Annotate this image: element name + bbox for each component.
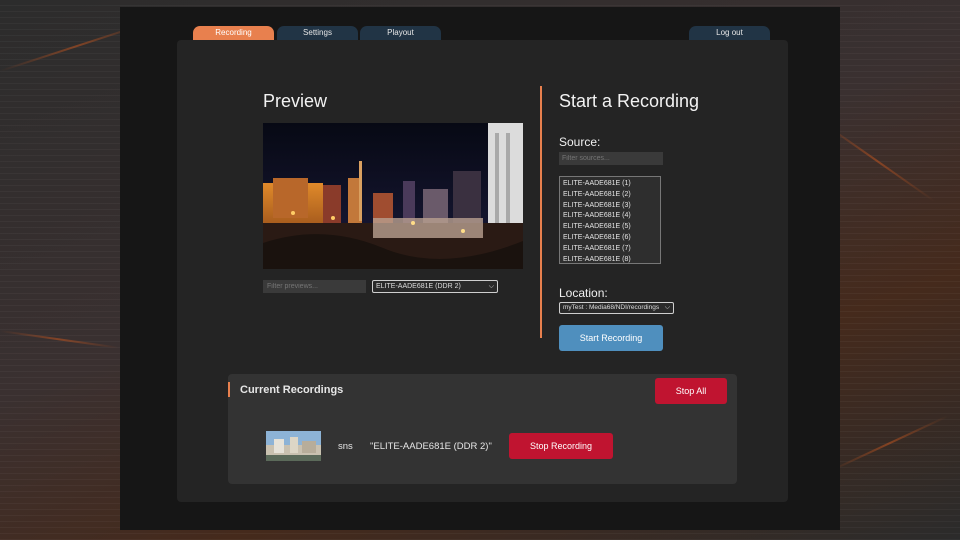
current-recordings-title: Current Recordings — [240, 384, 344, 396]
source-item[interactable]: ELITE-AADE681E (3) — [563, 201, 657, 212]
source-item[interactable]: ELITE-AADE681E (7) — [563, 244, 657, 255]
preview-filter-input[interactable] — [263, 280, 366, 293]
source-item[interactable]: ELITE-AADE681E (4) — [563, 211, 657, 222]
source-item[interactable]: ELITE-AADE681E (8) — [563, 255, 657, 263]
city-night-image — [263, 123, 523, 269]
preview-source-select[interactable]: ELITE-AADE681E (DDR 2) ⌵ — [372, 280, 498, 293]
current-recordings-card: Current Recordings Stop All sns "ELITE-A… — [228, 374, 737, 484]
app-window: Recording Settings Playout Log out Previ… — [120, 7, 840, 530]
tab-recording[interactable]: Recording — [193, 26, 274, 40]
preview-title: Preview — [263, 91, 328, 111]
recording-name: sns — [338, 441, 353, 452]
source-item[interactable]: ELITE-AADE681E (2) — [563, 190, 657, 201]
source-item[interactable]: ELITE-AADE681E (1) — [563, 179, 657, 190]
thumbnail-image — [266, 431, 321, 461]
tab-playout[interactable]: Playout — [360, 26, 441, 40]
preview-video — [263, 123, 523, 269]
recording-source: "ELITE-AADE681E (DDR 2)" — [370, 441, 492, 452]
chevron-down-icon: ⌵ — [488, 283, 494, 290]
source-list[interactable]: ELITE-AADE681E (1) ELITE-AADE681E (2) EL… — [559, 176, 661, 264]
tab-settings[interactable]: Settings — [277, 26, 358, 40]
location-select[interactable]: myTest : Media68/NDI/recordings ⌵ — [559, 302, 674, 314]
source-label: Source: — [559, 135, 601, 149]
start-recording-button[interactable]: Start Recording — [559, 325, 663, 351]
source-filter-input[interactable] — [559, 152, 663, 165]
location-value: myTest : Media68/NDI/recordings — [563, 304, 660, 311]
stop-recording-button[interactable]: Stop Recording — [509, 433, 613, 459]
logout-button[interactable]: Log out — [689, 26, 770, 40]
recording-thumbnail — [266, 431, 321, 461]
source-item[interactable]: ELITE-AADE681E (6) — [563, 233, 657, 244]
chevron-down-icon: ⌵ — [664, 304, 670, 311]
source-item[interactable]: ELITE-AADE681E (5) — [563, 222, 657, 233]
location-label: Location: — [559, 286, 608, 300]
preview-source-value: ELITE-AADE681E (DDR 2) — [376, 283, 461, 290]
column-divider — [540, 86, 542, 338]
start-recording-title: Start a Recording — [559, 91, 700, 111]
stop-all-button[interactable]: Stop All — [655, 378, 727, 404]
recording-panel: Preview Filter previews... ELITE-AADE681… — [177, 40, 788, 502]
section-accent-bar — [228, 382, 230, 397]
